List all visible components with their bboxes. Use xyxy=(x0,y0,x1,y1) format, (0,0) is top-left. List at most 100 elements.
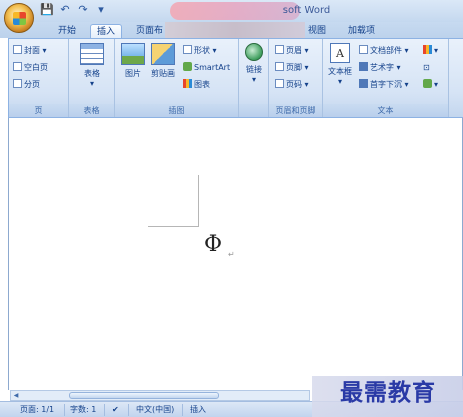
cover-label: 封面 ▾ xyxy=(24,46,47,55)
status-separator xyxy=(182,404,183,416)
shapes-icon xyxy=(183,45,192,54)
chart-icon xyxy=(183,79,192,88)
cover-page-button[interactable]: 封面 ▾ xyxy=(13,44,47,57)
quick-access-toolbar: 💾 ↶ ↷ ▾ xyxy=(40,3,108,17)
clipart-button[interactable]: 剪贴画 xyxy=(147,43,179,79)
group-illustrations: 图片 剪贴画 形状 ▾ SmartArt 图表 插图 xyxy=(115,39,239,117)
smartart-icon xyxy=(183,62,192,71)
page-break-icon xyxy=(13,79,22,88)
undo-icon[interactable]: ↶ xyxy=(58,3,72,17)
table-button[interactable]: 表格 ▾ xyxy=(77,43,107,88)
smartart-button[interactable]: SmartArt xyxy=(183,61,230,74)
group-label-header-footer: 页眉和页脚 xyxy=(269,104,322,117)
page-number-icon xyxy=(275,79,284,88)
textbox-dropdown-icon: ▾ xyxy=(337,77,342,86)
qat-more-icon[interactable]: ▾ xyxy=(94,3,108,17)
scroll-thumb[interactable] xyxy=(69,392,219,399)
object-dropdown-icon: ▾ xyxy=(434,80,439,89)
spellcheck-icon[interactable]: ✔ xyxy=(108,404,123,416)
clipart-label: 剪贴画 xyxy=(151,69,175,78)
quickparts-button[interactable]: 文档部件 ▾ xyxy=(359,44,409,57)
status-page[interactable]: 页面: 1/1 xyxy=(16,404,58,416)
redo-icon[interactable]: ↷ xyxy=(76,3,90,17)
cover-page-icon xyxy=(13,45,22,54)
dropcap-button[interactable]: 首字下沉 ▾ xyxy=(359,78,409,91)
office-button[interactable] xyxy=(4,3,34,33)
scroll-left-icon[interactable]: ◀ xyxy=(11,391,21,400)
save-icon[interactable]: 💾 xyxy=(40,3,54,17)
link-icon xyxy=(245,43,263,61)
group-label-illustrations: 插图 xyxy=(115,104,238,117)
wordart-button[interactable]: 艺术字 ▾ xyxy=(359,61,401,74)
smartart-label: SmartArt xyxy=(194,63,231,72)
margin-corner-vertical xyxy=(198,175,199,227)
table-label: 表格 xyxy=(84,69,100,78)
tab-addins[interactable]: 加载项 xyxy=(342,24,381,38)
textbox-icon: A xyxy=(330,43,350,63)
chart-label: 图表 xyxy=(194,80,210,89)
blank-page-icon xyxy=(13,62,22,71)
object-icon xyxy=(423,79,432,88)
page-number-button[interactable]: 页码 ▾ xyxy=(275,78,309,91)
status-separator xyxy=(128,404,129,416)
blank-label: 空白页 xyxy=(24,63,48,72)
group-label-tables: 表格 xyxy=(69,104,114,117)
status-word-count[interactable]: 字数: 1 xyxy=(66,404,100,416)
group-label-links xyxy=(239,104,268,117)
page-number-label: 页码 ▾ xyxy=(286,80,309,89)
picture-button[interactable]: 图片 xyxy=(119,43,147,79)
textbox-label: 文本框 xyxy=(328,67,352,76)
footer-label: 页脚 ▾ xyxy=(286,63,309,72)
footer-button[interactable]: 页脚 ▾ xyxy=(275,61,309,74)
picture-icon xyxy=(121,43,145,65)
blank-page-button[interactable]: 空白页 xyxy=(13,61,48,74)
tab-insert[interactable]: 插入 xyxy=(90,24,123,38)
textbox-letter: A xyxy=(336,47,344,60)
links-button[interactable]: 链接 ▾ xyxy=(241,43,267,84)
footer-icon xyxy=(275,62,284,71)
status-language[interactable]: 中文(中国) xyxy=(132,404,178,416)
office-logo-icon xyxy=(13,12,26,25)
dropcap-label: 首字下沉 ▾ xyxy=(370,80,409,89)
chart-button[interactable]: 图表 xyxy=(183,78,210,91)
picture-label: 图片 xyxy=(125,69,141,78)
signature-line-button[interactable]: ▾ xyxy=(423,44,438,57)
tab-home[interactable]: 开始 xyxy=(52,24,82,38)
group-pages: 封面 ▾ 空白页 分页 页 xyxy=(9,39,69,117)
signature-line-icon xyxy=(423,45,432,54)
dropcap-icon xyxy=(359,79,368,88)
status-separator xyxy=(64,404,65,416)
tab-view[interactable]: 视图 xyxy=(302,24,332,38)
status-separator xyxy=(104,404,105,416)
shapes-label: 形状 ▾ xyxy=(194,46,217,55)
quickparts-label: 文档部件 ▾ xyxy=(370,46,409,55)
group-tables: 表格 ▾ 表格 xyxy=(69,39,115,117)
group-links: 链接 ▾ xyxy=(239,39,269,117)
paragraph-mark: ↵ xyxy=(228,250,235,259)
group-label-pages: 页 xyxy=(9,104,68,117)
group-text: A 文本框 ▾ 文档部件 ▾ 艺术字 ▾ 首字下沉 ▾ ▾ ⊡ ▾ 文本 xyxy=(323,39,449,117)
phi-symbol[interactable]: Φ xyxy=(204,232,222,257)
header-button[interactable]: 页眉 ▾ xyxy=(275,44,309,57)
textbox-button[interactable]: A 文本框 ▾ xyxy=(325,43,355,86)
page-break-button[interactable]: 分页 xyxy=(13,78,40,91)
horizontal-scrollbar[interactable]: ◀ xyxy=(10,390,310,401)
quickparts-icon xyxy=(359,45,368,54)
shapes-button[interactable]: 形状 ▾ xyxy=(183,44,217,57)
date-time-button[interactable]: ⊡ xyxy=(423,61,430,74)
group-label-text: 文本 xyxy=(323,104,448,117)
title-bar: soft Word 💾 ↶ ↷ ▾ xyxy=(0,0,463,22)
break-label: 分页 xyxy=(24,80,40,89)
ribbon-insert: 封面 ▾ 空白页 分页 页 表格 ▾ 表格 图片 剪贴画 形状 ▾ SmartA… xyxy=(8,38,463,118)
table-icon xyxy=(80,43,104,65)
margin-corner-horizontal xyxy=(148,226,199,227)
table-dropdown-icon: ▾ xyxy=(89,79,94,88)
clipart-icon xyxy=(151,43,175,65)
wordart-icon xyxy=(359,62,368,71)
tab-page-layout[interactable]: 页面布 xyxy=(130,24,169,38)
status-insert-mode[interactable]: 插入 xyxy=(186,404,210,416)
wordart-label: 艺术字 ▾ xyxy=(370,63,401,72)
link-label: 链接 xyxy=(246,65,262,74)
object-button[interactable]: ▾ xyxy=(423,78,438,91)
signature-dropdown-icon: ▾ xyxy=(434,46,439,55)
